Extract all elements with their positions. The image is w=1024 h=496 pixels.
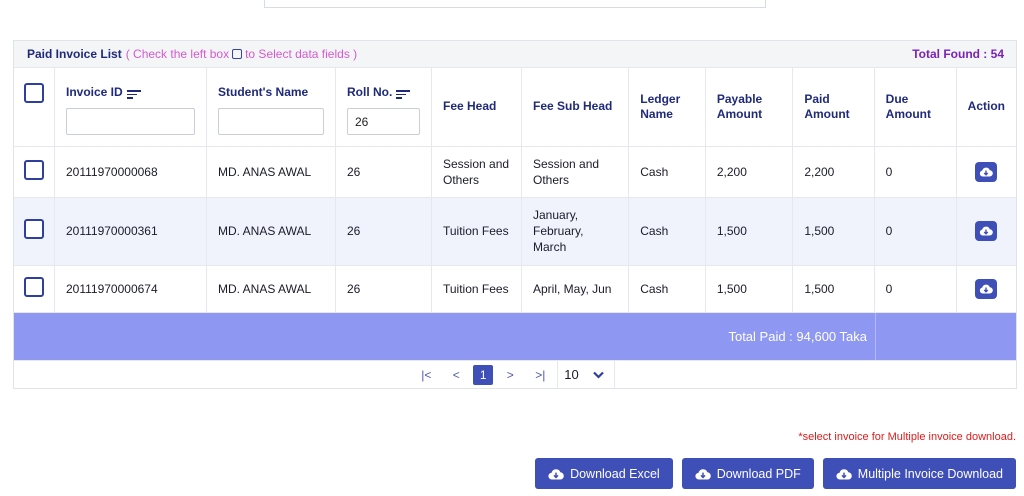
col-fee-sub-head: Fee Sub Head (521, 68, 630, 146)
cloud-download-icon (695, 468, 711, 480)
col-roll-no: Roll No. (335, 68, 432, 146)
cell-invoice-id: 20111970000068 (54, 146, 207, 197)
chevron-down-icon (592, 371, 604, 379)
cell-paid: 1,500 (792, 197, 875, 265)
download-excel-button[interactable]: Download Excel (535, 458, 673, 489)
invoice-id-filter-input[interactable] (66, 108, 195, 135)
cell-payable: 2,200 (705, 146, 794, 197)
total-found: Total Found : 54 (912, 47, 1004, 61)
total-paid-row: Total Paid : 94,600 Taka (14, 312, 1016, 360)
panel-header: Paid Invoice List ( Check the left box t… (14, 41, 1016, 68)
paid-invoice-panel: Paid Invoice List ( Check the left box t… (13, 40, 1017, 389)
row-checkbox[interactable] (24, 159, 44, 180)
download-buttons: Download Excel Download PDF Multiple Inv… (535, 458, 1016, 489)
cell-ledger-name: Cash (628, 146, 706, 197)
first-page-button[interactable]: |< (415, 368, 437, 382)
col-invoice-id-label: Invoice ID (66, 85, 123, 99)
pagination: |< < 1 > >| 10 (14, 360, 1016, 388)
select-all-checkbox[interactable] (24, 83, 44, 103)
cloud-download-icon (548, 468, 564, 480)
cell-fee-sub-head: January, February, March (521, 197, 630, 265)
cell-fee-sub-head: Session and Others (521, 146, 630, 197)
cell-student-name: MD. ANAS AWAL (206, 265, 336, 312)
invoice-table: Invoice ID Student's Name Roll No. Fee H… (14, 68, 1016, 312)
cell-fee-head: Tuition Fees (431, 197, 522, 265)
cell-due: 0 (874, 265, 957, 312)
page-size-value: 10 (564, 367, 579, 382)
top-search-box (264, 0, 766, 8)
table-row: 20111970000361 MD. ANAS AWAL 26 Tuition … (14, 197, 1016, 265)
multiple-invoice-download-button[interactable]: Multiple Invoice Download (822, 458, 1016, 489)
cell-fee-head: Session and Others (431, 146, 522, 197)
multiple-download-note: *select invoice for Multiple invoice dow… (798, 431, 1016, 443)
cell-payable: 1,500 (705, 197, 794, 265)
col-student-name: Student's Name (206, 68, 336, 146)
hint-checkbox-icon (232, 49, 243, 59)
col-payable-amount: Payable Amount (705, 68, 794, 146)
cell-roll-no: 26 (335, 197, 432, 265)
download-pdf-label: Download PDF (716, 466, 801, 481)
cell-invoice-id: 20111970000674 (54, 265, 207, 312)
col-student-name-label: Student's Name (218, 85, 309, 99)
cell-invoice-id: 20111970000361 (54, 197, 207, 265)
cell-ledger-name: Cash (628, 265, 706, 312)
current-page-button[interactable]: 1 (473, 364, 494, 385)
next-page-button[interactable]: > (499, 368, 521, 382)
cell-due: 0 (874, 146, 957, 197)
col-ledger-name: Ledger Name (628, 68, 706, 146)
select-all-cell (14, 68, 55, 146)
hint-text-before: ( Check the left box (125, 47, 230, 61)
cell-student-name: MD. ANAS AWAL (206, 146, 336, 197)
hint-text-after: to Select data fields ) (245, 47, 358, 61)
row-checkbox[interactable] (24, 276, 44, 297)
download-excel-label: Download Excel (570, 466, 660, 481)
prev-page-button[interactable]: < (445, 368, 467, 382)
cell-roll-no: 26 (335, 146, 432, 197)
sort-icon[interactable] (126, 90, 141, 99)
cell-due: 0 (874, 197, 957, 265)
col-action: Action (967, 99, 1005, 114)
cell-fee-head: Tuition Fees (431, 265, 522, 312)
cloud-download-icon[interactable] (975, 161, 998, 182)
cloud-download-icon[interactable] (975, 221, 998, 241)
cloud-download-icon[interactable] (975, 278, 998, 299)
cell-ledger-name: Cash (628, 197, 706, 265)
row-checkbox[interactable] (24, 219, 44, 239)
col-roll-no-label: Roll No. (347, 85, 393, 99)
cell-fee-sub-head: April, May, Jun (521, 265, 630, 312)
cell-roll-no: 26 (335, 265, 432, 312)
cell-payable: 1,500 (705, 265, 794, 312)
col-due-amount: Due Amount (874, 68, 957, 146)
download-pdf-button[interactable]: Download PDF (681, 458, 814, 489)
panel-title: Paid Invoice List (27, 47, 122, 61)
panel-hint: ( Check the left box to Select data fiel… (126, 47, 357, 61)
cell-student-name: MD. ANAS AWAL (206, 197, 336, 265)
student-name-filter-input[interactable] (218, 108, 324, 135)
col-paid-amount: Paid Amount (792, 68, 875, 146)
multiple-invoice-download-label: Multiple Invoice Download (857, 466, 1003, 481)
col-fee-head: Fee Head (431, 68, 522, 146)
cell-paid: 2,200 (792, 146, 875, 197)
table-header-row: Invoice ID Student's Name Roll No. Fee H… (14, 68, 1016, 146)
table-row: 20111970000674 MD. ANAS AWAL 26 Tuition … (14, 265, 1016, 312)
sort-icon[interactable] (396, 90, 411, 99)
col-invoice-id: Invoice ID (54, 68, 207, 146)
page-size-select[interactable]: 10 (557, 361, 615, 388)
cloud-download-icon (836, 468, 852, 480)
cell-paid: 1,500 (792, 265, 875, 312)
roll-no-filter-input[interactable] (347, 108, 420, 135)
last-page-button[interactable]: >| (529, 368, 551, 382)
table-row: 20111970000068 MD. ANAS AWAL 26 Session … (14, 146, 1016, 197)
total-paid: Total Paid : 94,600 Taka (728, 329, 867, 344)
